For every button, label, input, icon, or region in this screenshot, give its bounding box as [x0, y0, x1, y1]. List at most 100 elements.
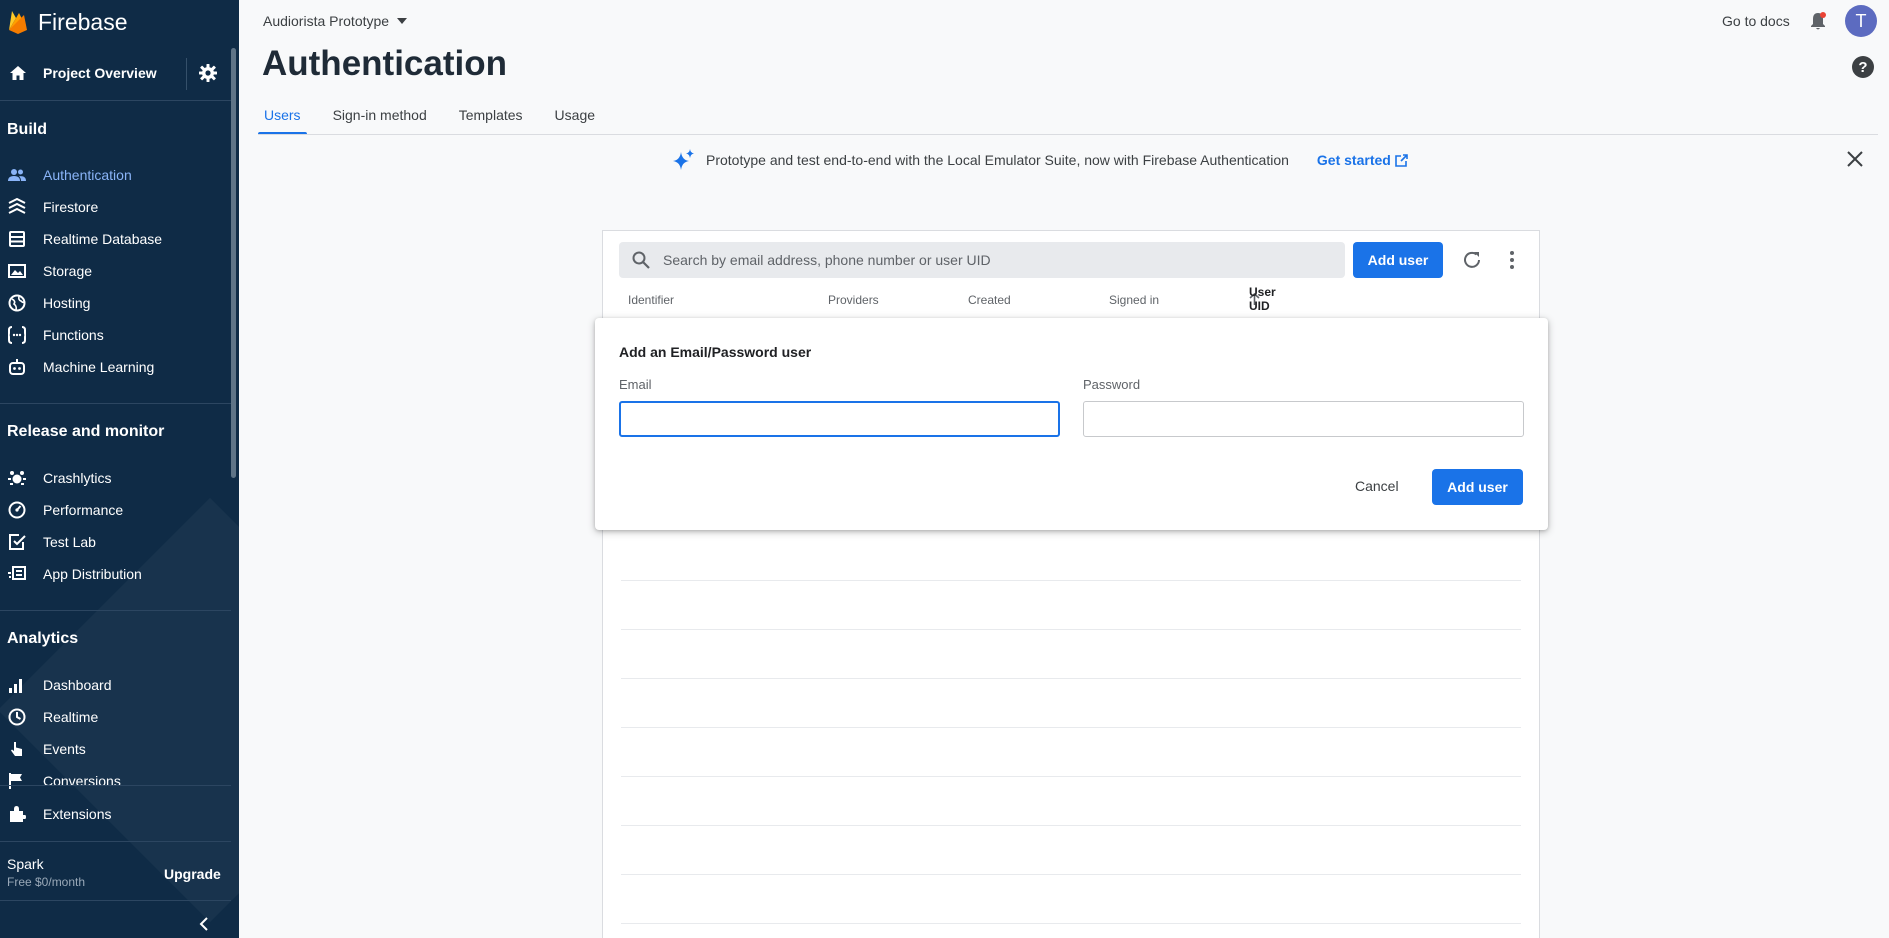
tab-usage[interactable]: Usage — [549, 100, 601, 135]
column-user-uid[interactable]: User UID — [1249, 285, 1276, 313]
sparkle-icon — [673, 149, 694, 170]
sidebar-divider — [0, 841, 231, 842]
search-input[interactable] — [663, 252, 1323, 268]
caret-down-icon — [397, 18, 408, 24]
sidebar-item-extensions[interactable]: Extensions — [0, 798, 231, 830]
checklist-icon — [8, 533, 26, 551]
cancel-button[interactable]: Cancel — [1355, 478, 1399, 494]
avatar[interactable]: T — [1845, 5, 1877, 37]
sidebar-item-label: Events — [43, 741, 86, 757]
table-row-divider — [621, 776, 1521, 777]
sidebar-item-label: Firestore — [43, 199, 99, 215]
get-started-label: Get started — [1316, 152, 1391, 168]
section-analytics: Analytics — [7, 630, 79, 647]
users-icon — [8, 166, 26, 184]
project-overview-link[interactable]: Project Overview — [0, 52, 229, 94]
firebase-logo-icon — [9, 11, 27, 34]
sidebar-divider — [0, 403, 231, 404]
column-identifier[interactable]: Identifier — [628, 293, 674, 307]
sidebar-item-storage[interactable]: Storage — [0, 255, 231, 287]
emulator-banner: Prototype and test end-to-end with the L… — [672, 148, 1408, 172]
gear-icon[interactable] — [198, 63, 218, 83]
table-row-divider — [621, 727, 1521, 728]
app-distribution-icon — [8, 565, 26, 583]
sidebar-item-machine-learning[interactable]: Machine Learning — [0, 351, 231, 383]
flag-icon — [8, 772, 26, 790]
image-icon — [8, 262, 26, 280]
sidebar-item-label: Crashlytics — [43, 470, 112, 486]
globe-icon — [8, 294, 26, 312]
sidebar-item-hosting[interactable]: Hosting — [0, 287, 231, 319]
project-overview-separator — [186, 58, 187, 90]
sidebar-item-label: Authentication — [43, 167, 132, 183]
database-icon — [8, 230, 26, 248]
section-release-and-monitor: Release and monitor — [7, 423, 165, 440]
section-build: Build — [7, 121, 47, 138]
functions-icon — [8, 326, 26, 344]
help-icon[interactable]: ? — [1852, 56, 1874, 78]
sidebar-item-test-lab[interactable]: Test Lab — [0, 526, 231, 558]
sidebar-divider — [0, 100, 231, 101]
sidebar-item-label: Hosting — [43, 295, 91, 311]
sidebar-item-label: Performance — [43, 502, 124, 518]
sidebar-item-label: Realtime — [43, 709, 99, 725]
project-selector[interactable]: Audiorista Prototype — [263, 13, 408, 29]
sidebar-item-authentication[interactable]: Authentication — [0, 159, 231, 191]
sidebar-divider — [0, 900, 231, 901]
notification-bell-icon[interactable] — [1808, 11, 1828, 31]
robot-icon — [8, 358, 26, 376]
firestore-icon — [8, 198, 26, 216]
upgrade-button[interactable]: Upgrade — [160, 862, 225, 886]
add-user-dialog: Add an Email/Password user Email Passwor… — [595, 318, 1548, 530]
sidebar-divider — [0, 785, 231, 786]
sidebar-item-label: Extensions — [43, 806, 112, 822]
tab-bar: Users Sign-in method Templates Usage — [258, 100, 621, 135]
sidebar: Firebase Project Overview Build Authenti… — [0, 0, 239, 938]
go-to-docs-link[interactable]: Go to docs — [1722, 13, 1790, 29]
sidebar-item-functions[interactable]: Functions — [0, 319, 231, 351]
firebase-brand[interactable]: Firebase — [8, 8, 127, 36]
sidebar-item-label: Functions — [43, 327, 104, 343]
plan-name: Spark — [7, 856, 44, 872]
sidebar-item-conversions[interactable]: Conversions — [0, 765, 231, 797]
column-user-uid-label: User UID — [1249, 285, 1276, 313]
close-icon[interactable] — [1846, 150, 1864, 168]
sidebar-item-firestore[interactable]: Firestore — [0, 191, 231, 223]
brand-name: Firebase — [38, 8, 128, 35]
sidebar-item-crashlytics[interactable]: Crashlytics — [0, 462, 231, 494]
more-vert-icon[interactable] — [1501, 249, 1523, 271]
password-label: Password — [1083, 377, 1141, 392]
sidebar-item-realtime[interactable]: Realtime — [0, 701, 231, 733]
column-signed-in[interactable]: Signed in — [1109, 293, 1159, 307]
tab-users[interactable]: Users — [258, 100, 307, 135]
tab-templates[interactable]: Templates — [453, 100, 529, 135]
sidebar-item-label: Test Lab — [43, 534, 96, 550]
table-row-divider — [621, 825, 1521, 826]
table-header: Identifier Providers Created Signed in U… — [603, 285, 1539, 313]
search-icon — [632, 251, 650, 269]
table-row-divider — [621, 923, 1521, 924]
sidebar-item-label: Realtime Database — [43, 231, 163, 247]
password-field[interactable] — [1083, 401, 1524, 437]
email-field[interactable] — [619, 401, 1060, 437]
external-link-icon — [1395, 153, 1408, 167]
sidebar-item-app-distribution[interactable]: App Distribution — [0, 558, 231, 590]
column-providers[interactable]: Providers — [828, 293, 879, 307]
sidebar-item-dashboard[interactable]: Dashboard — [0, 669, 231, 701]
tab-sign-in-method[interactable]: Sign-in method — [327, 100, 433, 135]
dialog-add-user-button[interactable]: Add user — [1432, 469, 1523, 505]
sidebar-item-events[interactable]: Events — [0, 733, 231, 765]
email-label: Email — [619, 377, 652, 392]
sidebar-item-realtime-database[interactable]: Realtime Database — [0, 223, 231, 255]
get-started-link[interactable]: Get started — [1317, 152, 1408, 168]
add-user-button[interactable]: Add user — [1353, 242, 1443, 278]
sidebar-item-label: Machine Learning — [43, 359, 155, 375]
dialog-title: Add an Email/Password user — [619, 344, 812, 360]
sidebar-divider — [0, 610, 231, 611]
search-bar[interactable] — [619, 242, 1345, 278]
plan-info: Spark Free $0/month — [7, 856, 85, 889]
column-created[interactable]: Created — [968, 293, 1011, 307]
sidebar-item-performance[interactable]: Performance — [0, 494, 231, 526]
collapse-sidebar-icon[interactable] — [196, 915, 214, 933]
refresh-icon[interactable] — [1461, 249, 1483, 271]
